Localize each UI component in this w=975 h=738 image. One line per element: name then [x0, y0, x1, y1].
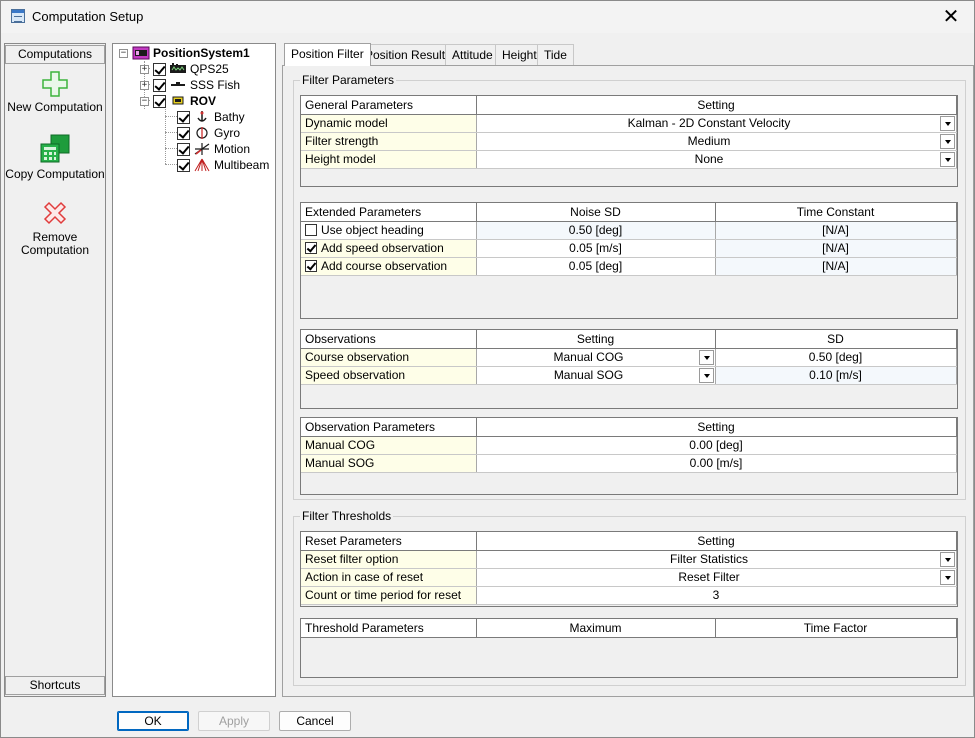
remove-x-icon	[43, 201, 67, 225]
cancel-button[interactable]: Cancel	[279, 711, 351, 731]
filter-strength-select[interactable]: Medium	[476, 132, 957, 151]
filter-parameters-group: Filter Parameters General Parameters Set…	[293, 73, 966, 500]
table-row: Speed observation Manual SOG 0.10 [m/s]	[301, 366, 957, 385]
chevron-down-icon[interactable]	[939, 551, 955, 567]
chevron-down-icon[interactable]	[939, 133, 955, 149]
app-icon	[11, 9, 25, 23]
collapse-icon[interactable]: −	[119, 48, 128, 58]
time-constant-cell[interactable]: [N/A]	[715, 239, 957, 258]
manual-sog-input[interactable]: 0.00 [m/s]	[476, 454, 957, 473]
table-row: Dynamic model Kalman - 2D Constant Veloc…	[301, 114, 957, 133]
dynamic-model-select[interactable]: Kalman - 2D Constant Velocity	[476, 114, 957, 133]
table-row: Height model None	[301, 150, 957, 169]
tab-position-results[interactable]: Position Results	[358, 44, 459, 66]
position-filter-tab-content: Filter Parameters General Parameters Set…	[282, 65, 974, 697]
new-computation-button[interactable]: New Computation	[5, 71, 105, 114]
chevron-down-icon[interactable]	[939, 115, 955, 131]
copy-computation-button[interactable]: Copy Computation	[5, 134, 105, 181]
tree-child-multibeam[interactable]: Multibeam	[177, 157, 269, 173]
add-speed-observation-checkbox[interactable]	[305, 242, 317, 254]
table-row: Add course observation 0.05 [deg] [N/A]	[301, 257, 957, 276]
noise-sd-cell[interactable]: 0.05 [m/s]	[476, 239, 716, 258]
table-row: Reset filter option Filter Statistics	[301, 550, 957, 569]
table-row: Filter strength Medium	[301, 132, 957, 151]
sss-fish-checkbox[interactable]	[153, 78, 166, 92]
tree-child-bathy[interactable]: Bathy	[177, 109, 245, 125]
collapse-icon[interactable]: −	[140, 96, 149, 106]
manual-cog-input[interactable]: 0.00 [deg]	[476, 436, 957, 455]
speed-sd-cell[interactable]: 0.10 [m/s]	[715, 366, 957, 385]
rov-checkbox[interactable]	[153, 94, 166, 108]
motion-icon	[194, 143, 210, 155]
chevron-down-icon[interactable]	[698, 367, 714, 383]
position-system-icon	[132, 46, 150, 60]
reset-filter-option-select[interactable]: Filter Statistics	[476, 550, 957, 569]
tab-tide[interactable]: Tide	[537, 44, 574, 66]
reset-parameters-grid: Reset Parameters Setting Reset filter op…	[300, 531, 958, 607]
computations-header[interactable]: Computations	[5, 45, 105, 64]
noise-sd-cell[interactable]: 0.50 [deg]	[476, 221, 716, 240]
use-object-heading-checkbox[interactable]	[305, 224, 317, 236]
reset-action-select[interactable]: Reset Filter	[476, 568, 957, 587]
tree-node-rov[interactable]: − ROV	[140, 93, 216, 109]
table-row: Action in case of reset Reset Filter	[301, 568, 957, 587]
bathy-icon	[197, 111, 207, 122]
vessel-icon	[170, 63, 186, 73]
gyro-checkbox[interactable]	[177, 126, 190, 140]
reset-count-input[interactable]: 3	[476, 586, 957, 605]
towfish-icon	[171, 82, 185, 86]
table-row: Use object heading 0.50 [deg] [N/A]	[301, 221, 957, 240]
height-model-select[interactable]: None	[476, 150, 957, 169]
window-title: Computation Setup	[32, 9, 144, 24]
shortcuts-header[interactable]: Shortcuts	[5, 676, 105, 695]
ok-button[interactable]: OK	[117, 711, 189, 731]
tab-attitude[interactable]: Attitude	[445, 44, 500, 66]
course-sd-cell[interactable]: 0.50 [deg]	[715, 348, 957, 367]
title-bar: Computation Setup ✕	[1, 1, 974, 33]
rov-icon	[172, 96, 184, 105]
table-row: Add speed observation 0.05 [m/s] [N/A]	[301, 239, 957, 258]
remove-computation-button[interactable]: Remove Computation	[5, 199, 105, 257]
general-parameters-grid: General Parameters Setting Dynamic model…	[300, 95, 958, 187]
chevron-down-icon[interactable]	[698, 349, 714, 365]
computations-panel: Computations New Computation Copy Comput…	[4, 43, 106, 697]
qps25-checkbox[interactable]	[153, 62, 166, 76]
close-icon[interactable]: ✕	[936, 3, 966, 31]
course-observation-select[interactable]: Manual COG	[476, 348, 716, 367]
plus-icon	[42, 71, 68, 97]
tree-child-gyro[interactable]: Gyro	[177, 125, 240, 141]
expand-icon[interactable]: +	[140, 80, 149, 90]
multibeam-icon	[194, 158, 210, 172]
filter-thresholds-group: Filter Thresholds Reset Parameters Setti…	[293, 509, 966, 686]
noise-sd-cell[interactable]: 0.05 [deg]	[476, 257, 716, 276]
tree-root-position-system[interactable]: − PositionSystem1	[119, 45, 250, 61]
tree-node-qps25[interactable]: + QPS25	[140, 61, 229, 77]
position-system-tree: − PositionSystem1 + QPS25 + SSS Fish − R…	[112, 43, 276, 697]
table-row: Manual SOG 0.00 [m/s]	[301, 454, 957, 473]
observation-parameters-grid: Observation Parameters Setting Manual CO…	[300, 417, 958, 495]
table-row: Count or time period for reset 3	[301, 586, 957, 605]
multibeam-checkbox[interactable]	[177, 158, 190, 172]
expand-icon[interactable]: +	[140, 64, 149, 74]
speed-observation-select[interactable]: Manual SOG	[476, 366, 716, 385]
tree-child-motion[interactable]: Motion	[177, 141, 250, 157]
add-course-observation-checkbox[interactable]	[305, 260, 317, 272]
time-constant-cell[interactable]: [N/A]	[715, 257, 957, 276]
calculator-icon	[40, 134, 70, 163]
gyro-icon	[196, 127, 208, 139]
threshold-parameters-grid: Threshold Parameters Maximum Time Factor	[300, 618, 958, 678]
computation-setup-window: Computation Setup ✕ Computations New Com…	[0, 0, 975, 738]
observations-grid: Observations Setting SD Course observati…	[300, 329, 958, 409]
tab-position-filter[interactable]: Position Filter	[284, 43, 371, 66]
chevron-down-icon[interactable]	[939, 569, 955, 585]
extended-parameters-grid: Extended Parameters Noise SD Time Consta…	[300, 202, 958, 319]
motion-checkbox[interactable]	[177, 142, 190, 156]
apply-button[interactable]: Apply	[198, 711, 270, 731]
time-constant-cell[interactable]: [N/A]	[715, 221, 957, 240]
table-row: Manual COG 0.00 [deg]	[301, 436, 957, 455]
tree-node-sss-fish[interactable]: + SSS Fish	[140, 77, 240, 93]
chevron-down-icon[interactable]	[939, 151, 955, 167]
bathy-checkbox[interactable]	[177, 110, 190, 124]
table-row: Course observation Manual COG 0.50 [deg]	[301, 348, 957, 367]
